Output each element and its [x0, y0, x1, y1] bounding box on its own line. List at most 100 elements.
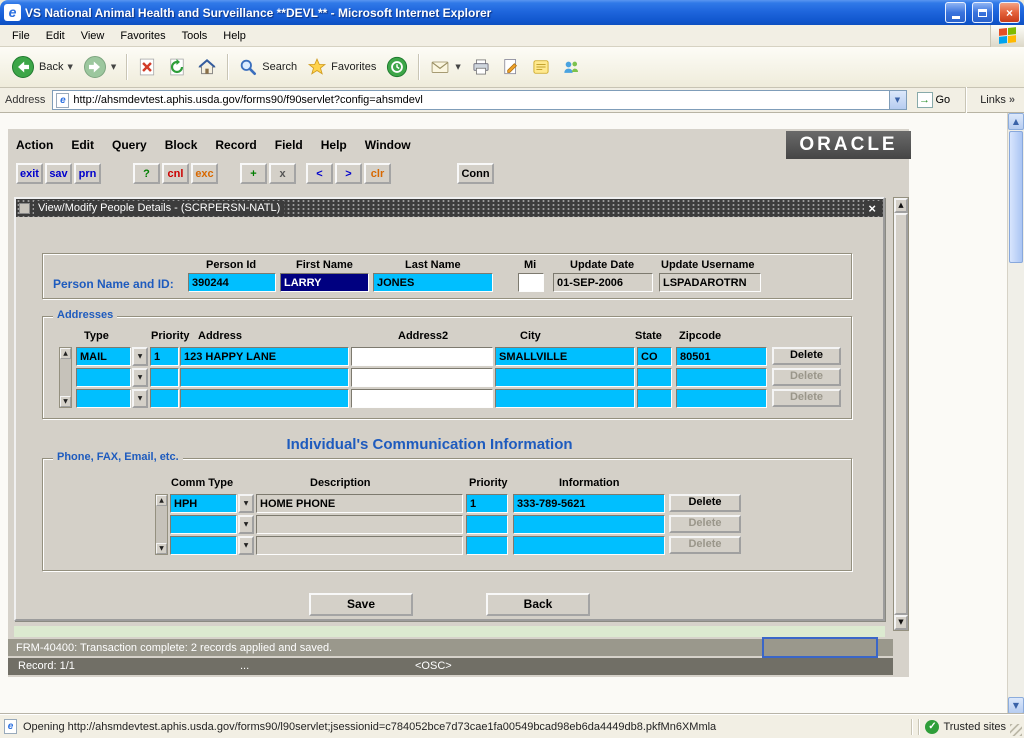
insert-record-button[interactable]: + — [240, 163, 267, 184]
address2-field[interactable] — [351, 347, 493, 366]
cancel-toolbar-button[interactable]: cnl — [162, 163, 189, 184]
scroll-down-icon[interactable]: ▼ — [156, 543, 167, 554]
addresses-scrollbar[interactable]: ▲ ▼ — [59, 347, 72, 408]
exit-button[interactable]: exit — [16, 163, 43, 184]
zipcode-field[interactable] — [676, 389, 767, 408]
refresh-button[interactable] — [162, 54, 192, 80]
comm-type-dropdown-button[interactable]: ▼ — [238, 536, 254, 555]
comm-type-dropdown-button[interactable]: ▼ — [238, 494, 254, 513]
save-toolbar-button[interactable]: sav — [45, 163, 72, 184]
scroll-up-icon[interactable]: ▲ — [894, 198, 908, 213]
scroll-up-icon[interactable]: ▲ — [156, 495, 167, 506]
state-field[interactable] — [637, 389, 672, 408]
browser-scrollbar[interactable]: ▲ ▼ — [1007, 113, 1024, 714]
comm-priority-field[interactable] — [466, 515, 508, 534]
menu-edit[interactable]: Edit — [38, 27, 73, 45]
scroll-down-icon[interactable]: ▼ — [894, 615, 908, 630]
clear-toolbar-button[interactable]: clr — [364, 163, 391, 184]
menu-file[interactable]: File — [4, 27, 38, 45]
last-name-field[interactable]: JONES — [373, 273, 493, 292]
address-priority-field[interactable] — [150, 368, 179, 387]
links-button[interactable]: Links » — [976, 92, 1019, 108]
city-field[interactable] — [495, 389, 635, 408]
scroll-up-icon[interactable]: ▲ — [1008, 113, 1024, 130]
address-priority-field[interactable]: 1 — [150, 347, 179, 366]
menu-tools[interactable]: Tools — [174, 27, 216, 45]
menu-help[interactable]: Help — [215, 27, 254, 45]
address-type-dropdown-button[interactable]: ▼ — [132, 368, 148, 387]
address2-field[interactable] — [351, 368, 493, 387]
scrollbar-thumb[interactable] — [894, 213, 908, 615]
favorites-button[interactable]: Favorites — [302, 54, 381, 80]
address-input[interactable]: e http://ahsmdevtest.aphis.usda.gov/form… — [52, 90, 906, 110]
zipcode-field[interactable]: 80501 — [676, 347, 767, 366]
state-field[interactable] — [637, 368, 672, 387]
print-button[interactable] — [466, 54, 496, 80]
scroll-down-icon[interactable]: ▼ — [1008, 697, 1024, 714]
delete-comm-button[interactable]: Delete — [669, 494, 741, 512]
comm-type-dropdown-button[interactable]: ▼ — [238, 515, 254, 534]
previous-record-button[interactable]: < — [306, 163, 333, 184]
help-toolbar-button[interactable]: ? — [133, 163, 160, 184]
menu-query[interactable]: Query — [112, 135, 156, 155]
person-id-field[interactable]: 390244 — [188, 273, 276, 292]
address-field[interactable] — [180, 368, 349, 387]
menu-action[interactable]: Action — [16, 135, 62, 155]
address-type-field[interactable]: MAIL — [76, 347, 131, 366]
msn-button[interactable] — [556, 54, 586, 80]
menu-block[interactable]: Block — [165, 135, 207, 155]
mail-button[interactable]: ▼ — [424, 54, 465, 80]
comm-type-field[interactable]: HPH — [170, 494, 237, 513]
go-button[interactable]: → Go — [912, 90, 956, 110]
mi-field[interactable] — [518, 273, 544, 292]
maximize-button[interactable] — [972, 2, 993, 23]
menu-favorites[interactable]: Favorites — [112, 27, 173, 45]
city-field[interactable] — [495, 368, 635, 387]
zipcode-field[interactable] — [676, 368, 767, 387]
address-priority-field[interactable] — [150, 389, 179, 408]
scrollbar-thumb[interactable] — [1009, 131, 1023, 263]
menu-edit[interactable]: Edit — [71, 135, 103, 155]
back-button[interactable]: Back — [486, 593, 590, 616]
address-type-dropdown-button[interactable]: ▼ — [132, 389, 148, 408]
menu-view[interactable]: View — [73, 27, 113, 45]
menu-field[interactable]: Field — [275, 135, 312, 155]
comm-scrollbar[interactable]: ▲ ▼ — [155, 494, 168, 555]
scroll-up-icon[interactable]: ▲ — [60, 348, 71, 359]
menu-window[interactable]: Window — [365, 135, 420, 155]
address-dropdown-button[interactable]: ▼ — [889, 91, 906, 109]
messenger-button[interactable] — [526, 54, 556, 80]
comm-type-field[interactable] — [170, 515, 237, 534]
comm-priority-field[interactable]: 1 — [466, 494, 508, 513]
first-name-field[interactable]: LARRY — [280, 273, 369, 292]
execute-toolbar-button[interactable]: exc — [191, 163, 218, 184]
history-button[interactable] — [381, 53, 413, 81]
menu-record[interactable]: Record — [215, 135, 265, 155]
conn-button[interactable]: Conn — [457, 163, 494, 184]
form-close-icon[interactable]: × — [864, 201, 880, 216]
print-toolbar-button[interactable]: prn — [74, 163, 101, 184]
city-field[interactable]: SMALLVILLE — [495, 347, 635, 366]
information-field[interactable]: 333-789-5621 — [513, 494, 665, 513]
home-button[interactable] — [192, 54, 222, 80]
state-field[interactable]: CO — [637, 347, 672, 366]
comm-type-field[interactable] — [170, 536, 237, 555]
information-field[interactable] — [513, 536, 665, 555]
forward-button[interactable]: ▼ — [78, 52, 121, 82]
edit-button[interactable] — [496, 54, 526, 80]
next-record-button[interactable]: > — [335, 163, 362, 184]
close-button[interactable]: × — [999, 2, 1020, 23]
stop-button[interactable] — [132, 54, 162, 80]
address-type-field[interactable] — [76, 389, 131, 408]
remove-record-button[interactable]: x — [269, 163, 296, 184]
address-field[interactable]: 123 HAPPY LANE — [180, 347, 349, 366]
delete-address-button[interactable]: Delete — [772, 347, 841, 365]
search-button[interactable]: Search — [233, 54, 302, 80]
applet-scrollbar[interactable]: ▲ ▼ — [893, 197, 909, 631]
address-type-dropdown-button[interactable]: ▼ — [132, 347, 148, 366]
minimize-button[interactable] — [945, 2, 966, 23]
address-type-field[interactable] — [76, 368, 131, 387]
address2-field[interactable] — [351, 389, 493, 408]
comm-priority-field[interactable] — [466, 536, 508, 555]
information-field[interactable] — [513, 515, 665, 534]
